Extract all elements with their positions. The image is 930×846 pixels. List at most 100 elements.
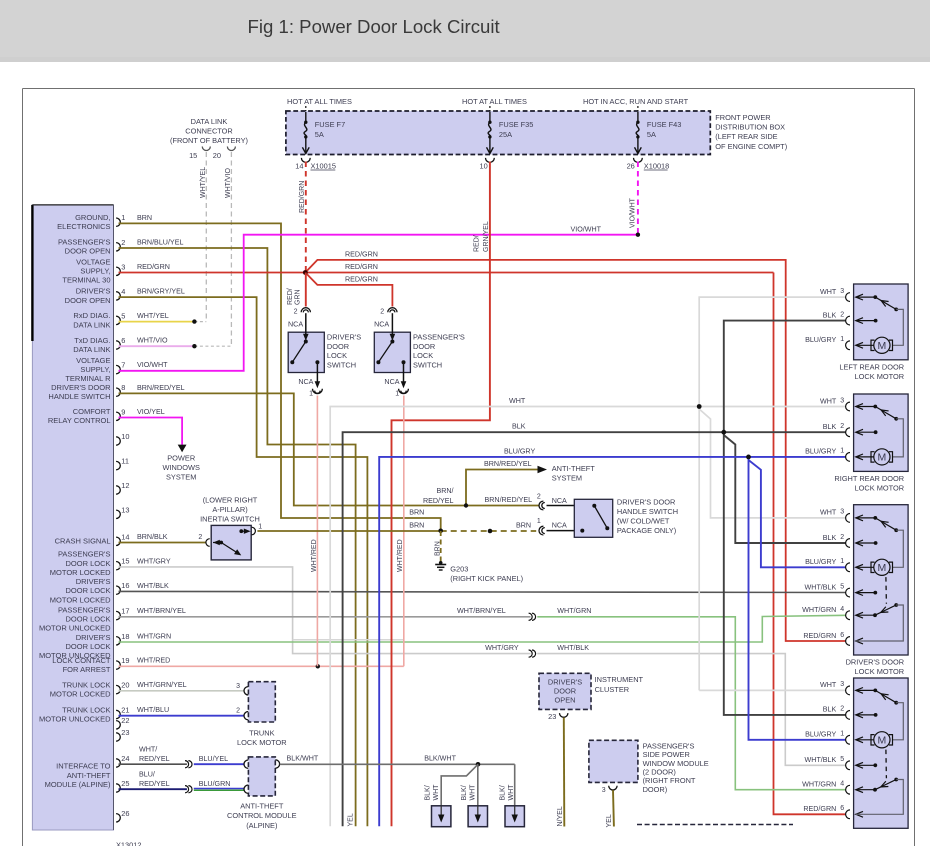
- svg-text:CONNECTOR: CONNECTOR: [185, 127, 233, 136]
- svg-text:BLK: BLK: [823, 706, 837, 714]
- svg-text:NCA: NCA: [384, 378, 399, 386]
- svg-text:14: 14: [121, 532, 129, 541]
- svg-text:M: M: [878, 340, 887, 352]
- svg-text:1: 1: [840, 558, 844, 565]
- svg-text:2: 2: [840, 423, 844, 430]
- svg-text:PASSENGER'S: PASSENGER'S: [58, 606, 111, 615]
- svg-text:BLU/: BLU/: [139, 771, 155, 779]
- svg-text:DOOR LOCK: DOOR LOCK: [65, 586, 110, 595]
- svg-text:HOT AT ALL TIMES: HOT AT ALL TIMES: [287, 97, 352, 106]
- svg-text:ANTI-THEFT: ANTI-THEFT: [552, 464, 596, 473]
- svg-text:BLK: BLK: [512, 423, 526, 431]
- svg-text:COMFORT: COMFORT: [73, 407, 111, 416]
- svg-text:RED/YEL: RED/YEL: [139, 780, 170, 788]
- svg-text:PASSENGER'S: PASSENGER'S: [58, 550, 111, 559]
- svg-text:SIDE POWER: SIDE POWER: [643, 750, 690, 759]
- svg-text:(ALPINE): (ALPINE): [246, 821, 277, 830]
- svg-text:RED/GRN: RED/GRN: [803, 632, 836, 640]
- svg-text:GROUND,: GROUND,: [75, 213, 110, 222]
- svg-text:NCA: NCA: [552, 521, 567, 529]
- svg-text:M: M: [878, 562, 887, 574]
- svg-text:1: 1: [395, 390, 399, 397]
- svg-text:24: 24: [121, 754, 129, 763]
- svg-text:BLK/WHT: BLK/WHT: [287, 755, 319, 763]
- svg-text:YEL: YEL: [606, 814, 613, 827]
- svg-text:BRN/: BRN/: [436, 487, 453, 495]
- svg-text:(LEFT REAR SIDE: (LEFT REAR SIDE: [715, 132, 777, 141]
- svg-text:DRIVER'S: DRIVER'S: [548, 678, 582, 687]
- svg-text:WHT/BLK: WHT/BLK: [805, 756, 837, 764]
- svg-text:CRASH SIGNAL: CRASH SIGNAL: [55, 537, 111, 546]
- svg-text:INSTRUMENT: INSTRUMENT: [595, 675, 644, 684]
- svg-text:WHT: WHT: [433, 784, 440, 801]
- svg-text:3: 3: [602, 787, 606, 794]
- svg-text:DATA LINK: DATA LINK: [73, 320, 110, 329]
- svg-text:25A: 25A: [499, 130, 512, 139]
- svg-text:GRN/YEL: GRN/YEL: [483, 221, 490, 252]
- svg-text:LEFT REAR DOOR: LEFT REAR DOOR: [839, 362, 904, 371]
- svg-text:CLUSTER: CLUSTER: [595, 685, 630, 694]
- svg-text:BLU/GRY: BLU/GRY: [805, 448, 836, 456]
- svg-text:DOOR LOCK: DOOR LOCK: [65, 642, 110, 651]
- svg-text:DRIVER'S DOOR: DRIVER'S DOOR: [51, 383, 111, 392]
- svg-text:DOOR: DOOR: [327, 342, 349, 351]
- svg-text:MOTOR LOCKED: MOTOR LOCKED: [50, 595, 111, 604]
- svg-text:DRIVER'S DOOR: DRIVER'S DOOR: [617, 498, 676, 507]
- svg-text:TERMINAL R: TERMINAL R: [65, 374, 111, 383]
- svg-text:INTERFACE TO: INTERFACE TO: [56, 762, 110, 771]
- svg-text:WHT: WHT: [820, 509, 837, 517]
- svg-text:POWER: POWER: [167, 454, 195, 463]
- svg-text:WHT: WHT: [509, 397, 526, 405]
- svg-text:NCA: NCA: [374, 320, 389, 328]
- svg-text:2: 2: [198, 534, 202, 541]
- svg-text:DRIVER'S: DRIVER'S: [76, 633, 111, 642]
- svg-text:RED/GRN: RED/GRN: [137, 263, 170, 271]
- svg-text:WHT/VIO: WHT/VIO: [225, 168, 232, 198]
- svg-text:WHT/BLU: WHT/BLU: [137, 706, 169, 714]
- svg-text:RED/GRN: RED/GRN: [299, 181, 306, 213]
- svg-text:10: 10: [479, 162, 487, 171]
- svg-text:X13012: X13012: [116, 841, 141, 846]
- svg-text:RED/GRN: RED/GRN: [345, 263, 378, 271]
- svg-text:RIGHT REAR DOOR: RIGHT REAR DOOR: [834, 474, 904, 483]
- svg-text:BRN: BRN: [409, 522, 424, 530]
- svg-text:LOCK MOTOR: LOCK MOTOR: [855, 372, 905, 381]
- svg-text:DRIVER'S: DRIVER'S: [327, 333, 361, 342]
- svg-text:BLU/GRN: BLU/GRN: [199, 780, 231, 788]
- svg-text:3: 3: [840, 397, 844, 404]
- svg-text:5: 5: [840, 583, 844, 590]
- svg-text:YEL: YEL: [347, 813, 354, 826]
- svg-text:INERTIA SWITCH: INERTIA SWITCH: [200, 515, 260, 524]
- svg-text:5: 5: [121, 311, 125, 320]
- svg-text:DOOR LOCK: DOOR LOCK: [65, 615, 110, 624]
- svg-text:1: 1: [840, 336, 844, 343]
- svg-text:NCA: NCA: [288, 320, 303, 328]
- svg-text:WHT: WHT: [820, 288, 837, 296]
- svg-text:4: 4: [121, 287, 125, 296]
- svg-text:23: 23: [121, 728, 129, 737]
- svg-text:WHT/: WHT/: [139, 746, 157, 754]
- svg-text:TRUNK LOCK: TRUNK LOCK: [62, 705, 110, 714]
- svg-text:NCA: NCA: [552, 497, 567, 505]
- svg-text:LOCK: LOCK: [413, 351, 433, 360]
- svg-text:12: 12: [121, 481, 129, 490]
- svg-text:(RIGHT FRONT: (RIGHT FRONT: [643, 776, 696, 785]
- svg-text:TxD DIAG.: TxD DIAG.: [74, 336, 110, 345]
- svg-text:DRIVER'S: DRIVER'S: [76, 287, 111, 296]
- svg-text:RED/: RED/: [287, 288, 294, 305]
- svg-text:WINDOW MODULE: WINDOW MODULE: [643, 759, 709, 768]
- svg-text:HANDLE SWITCH: HANDLE SWITCH: [48, 392, 110, 401]
- svg-text:PACKAGE ONLY): PACKAGE ONLY): [617, 526, 676, 535]
- svg-text:WINDOWS: WINDOWS: [163, 463, 200, 472]
- svg-text:VOLTAGE: VOLTAGE: [76, 356, 110, 365]
- svg-text:VIO/YEL: VIO/YEL: [137, 408, 165, 416]
- svg-text:VIO/WHT: VIO/WHT: [629, 197, 636, 228]
- svg-text:DRIVER'S: DRIVER'S: [76, 577, 111, 586]
- svg-text:WHT/BLK: WHT/BLK: [805, 583, 837, 591]
- svg-text:VIO/WHT: VIO/WHT: [137, 361, 168, 369]
- svg-text:BLU/GRY: BLU/GRY: [805, 336, 836, 344]
- svg-text:3: 3: [236, 683, 240, 690]
- svg-text:(RIGHT KICK PANEL): (RIGHT KICK PANEL): [450, 574, 523, 583]
- svg-text:Fig 1: Power Door Lock Circuit: Fig 1: Power Door Lock Circuit: [248, 16, 501, 37]
- svg-text:BLK/: BLK/: [425, 785, 432, 800]
